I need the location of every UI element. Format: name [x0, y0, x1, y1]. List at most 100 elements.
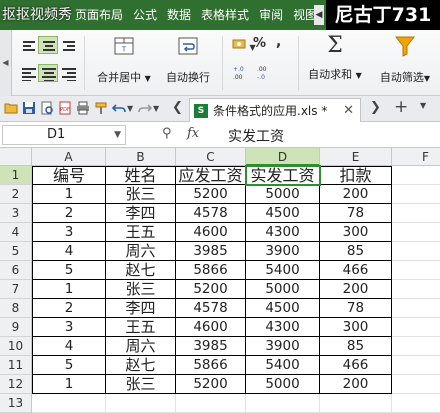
- empty-cell[interactable]: [392, 166, 440, 185]
- table-cell[interactable]: 王五: [106, 223, 176, 242]
- table-cell[interactable]: 张三: [106, 185, 176, 204]
- table-cell[interactable]: 466: [320, 356, 392, 375]
- zoom-icon[interactable]: ⚲: [162, 126, 172, 141]
- table-cell[interactable]: 张三: [106, 375, 176, 394]
- table-cell[interactable]: 李四: [106, 204, 176, 223]
- empty-cell[interactable]: [392, 356, 440, 375]
- column-header-b[interactable]: B: [106, 148, 176, 166]
- format-painter-icon[interactable]: [94, 101, 108, 115]
- row-header[interactable]: 2: [0, 185, 32, 204]
- table-cell[interactable]: 4300: [246, 318, 320, 337]
- function-icon[interactable]: fx: [187, 126, 199, 141]
- table-cell[interactable]: 78: [320, 204, 392, 223]
- table-cell[interactable]: 2: [32, 204, 106, 223]
- export-pdf-icon[interactable]: PDF: [58, 101, 72, 115]
- table-cell[interactable]: 周六: [106, 337, 176, 356]
- table-cell[interactable]: 3985: [176, 337, 246, 356]
- empty-cell[interactable]: [176, 394, 246, 413]
- table-cell[interactable]: 4500: [246, 299, 320, 318]
- empty-cell[interactable]: [392, 375, 440, 394]
- table-cell[interactable]: 5200: [176, 375, 246, 394]
- table-cell[interactable]: 张三: [106, 280, 176, 299]
- merge-center-button[interactable]: T 合并居中 ▼: [92, 34, 156, 85]
- formula-input[interactable]: 实发工资: [228, 126, 284, 146]
- empty-cell[interactable]: [392, 185, 440, 204]
- wrap-text-button[interactable]: 自动换行: [160, 34, 216, 85]
- table-cell[interactable]: 5200: [176, 280, 246, 299]
- table-cell[interactable]: 李四: [106, 299, 176, 318]
- row-header[interactable]: 10: [0, 337, 32, 356]
- table-cell[interactable]: 78: [320, 299, 392, 318]
- tab-list-chevron-icon[interactable]: ▼: [420, 101, 426, 110]
- table-cell[interactable]: 5866: [176, 261, 246, 280]
- empty-cell[interactable]: [392, 337, 440, 356]
- table-cell[interactable]: 1: [32, 185, 106, 204]
- table-cell[interactable]: 3900: [246, 242, 320, 261]
- row-header[interactable]: 1: [0, 166, 32, 185]
- row-header[interactable]: 13: [0, 394, 32, 413]
- row-header[interactable]: 6: [0, 261, 32, 280]
- table-cell[interactable]: 周六: [106, 242, 176, 261]
- autosum-button[interactable]: Σ 自动求和 ▼: [304, 34, 366, 82]
- empty-cell[interactable]: [246, 394, 320, 413]
- align-top-left-button[interactable]: [18, 36, 38, 54]
- column-header-a[interactable]: A: [32, 148, 106, 166]
- tab-scroll-right-icon[interactable]: ❯: [370, 100, 381, 115]
- empty-cell[interactable]: [32, 394, 106, 413]
- menu-formulas[interactable]: 公式: [128, 0, 162, 30]
- menu-page-layout[interactable]: 页面布局: [70, 0, 128, 30]
- row-header[interactable]: 9: [0, 318, 32, 337]
- row-header[interactable]: 11: [0, 356, 32, 375]
- chevron-down-icon[interactable]: ▼: [127, 104, 133, 113]
- tab-scroll-left-icon[interactable]: ❮: [172, 100, 183, 115]
- table-cell[interactable]: 5400: [246, 356, 320, 375]
- row-header[interactable]: 3: [0, 204, 32, 223]
- table-cell[interactable]: 王五: [106, 318, 176, 337]
- table-cell[interactable]: 4: [32, 337, 106, 356]
- align-right-button[interactable]: [58, 64, 78, 82]
- autofilter-button[interactable]: 自动筛选▼: [372, 34, 438, 85]
- table-cell[interactable]: 4578: [176, 299, 246, 318]
- header-cell[interactable]: 编号: [32, 166, 106, 185]
- empty-cell[interactable]: [392, 299, 440, 318]
- ribbon-scroll-left-button[interactable]: ◀: [0, 30, 12, 96]
- empty-cell[interactable]: [320, 394, 392, 413]
- header-cell[interactable]: 应发工资: [176, 166, 246, 185]
- empty-cell[interactable]: [392, 394, 440, 413]
- table-cell[interactable]: 3900: [246, 337, 320, 356]
- empty-cell[interactable]: [392, 223, 440, 242]
- empty-cell[interactable]: [392, 242, 440, 261]
- row-header[interactable]: 7: [0, 280, 32, 299]
- header-cell[interactable]: 实发工资: [245, 165, 321, 186]
- table-cell[interactable]: 5: [32, 261, 106, 280]
- empty-cell[interactable]: [392, 318, 440, 337]
- table-cell[interactable]: 5000: [246, 280, 320, 299]
- row-header[interactable]: 12: [0, 375, 32, 394]
- table-cell[interactable]: 4300: [246, 223, 320, 242]
- column-header-d[interactable]: D: [246, 148, 320, 166]
- table-cell[interactable]: 5: [32, 356, 106, 375]
- chevron-down-icon[interactable]: ▼: [153, 104, 159, 113]
- new-tab-icon[interactable]: +: [394, 97, 408, 117]
- print-icon[interactable]: [76, 101, 90, 115]
- table-cell[interactable]: 300: [320, 318, 392, 337]
- align-left-button[interactable]: [18, 64, 38, 82]
- comma-style-button[interactable]: ,: [276, 34, 281, 50]
- table-cell[interactable]: 200: [320, 185, 392, 204]
- table-cell[interactable]: 85: [320, 337, 392, 356]
- percent-button[interactable]: %: [253, 36, 266, 51]
- empty-cell[interactable]: [392, 261, 440, 280]
- table-cell[interactable]: 5400: [246, 261, 320, 280]
- menu-table-style[interactable]: 表格样式: [196, 0, 254, 30]
- undo-icon[interactable]: [112, 101, 126, 115]
- row-header[interactable]: 5: [0, 242, 32, 261]
- save-icon[interactable]: [22, 101, 36, 115]
- decrease-decimal-button[interactable]: .00 -.0: [256, 64, 274, 83]
- align-top-right-button[interactable]: [58, 36, 78, 54]
- select-all-corner[interactable]: [0, 148, 32, 166]
- chevron-down-icon[interactable]: ▼: [114, 126, 121, 144]
- table-cell[interactable]: 4600: [176, 223, 246, 242]
- table-cell[interactable]: 3: [32, 318, 106, 337]
- table-cell[interactable]: 3: [32, 223, 106, 242]
- table-cell[interactable]: 5000: [246, 375, 320, 394]
